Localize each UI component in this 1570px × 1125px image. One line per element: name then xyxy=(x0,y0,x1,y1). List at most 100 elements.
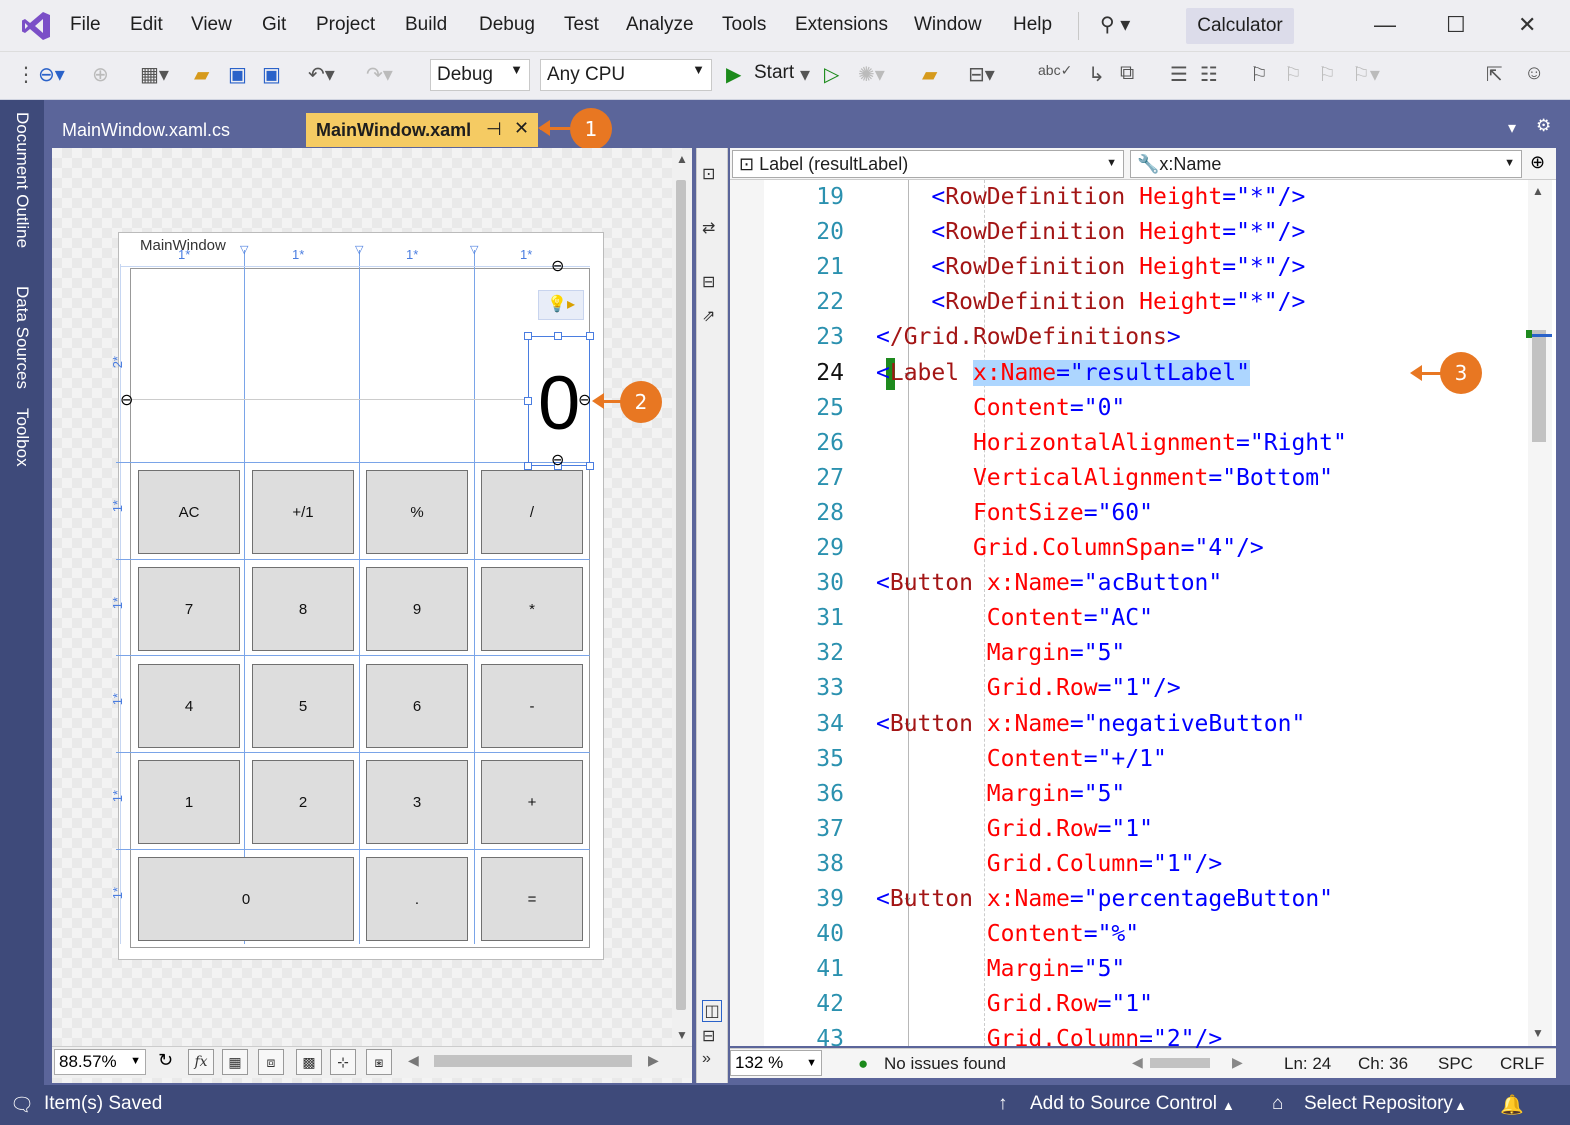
horizontal-split-icon[interactable]: ⊟ xyxy=(702,1026,715,1046)
designer-zoom-combo[interactable]: 88.57% ▼ xyxy=(54,1049,146,1075)
code-line[interactable]: 26 HorizontalAlignment="Right" xyxy=(764,426,1534,461)
start-without-debugging-icon[interactable]: ▷ xyxy=(824,62,839,87)
code-text[interactable]: <RowDefinition Height="*"/> xyxy=(876,250,1305,285)
tab-list-icon[interactable]: ▾ xyxy=(1508,118,1516,138)
calc-button-negative[interactable]: +/1 xyxy=(252,470,354,554)
split-editor-icon[interactable]: ⊕ xyxy=(1530,152,1545,173)
toolbox-tab[interactable]: Toolbox xyxy=(12,408,32,467)
menu-analyze[interactable]: Analyze xyxy=(626,14,694,36)
settings-icon[interactable]: ⚙ xyxy=(1536,116,1551,136)
scroll-up-icon[interactable]: ▲ xyxy=(676,152,688,166)
undo-icon[interactable]: ↶▾ xyxy=(308,62,335,87)
column-divider-arrow-icon[interactable]: ▽ xyxy=(240,243,248,256)
spell-check-icon[interactable]: abc✓ xyxy=(1038,62,1072,79)
row-size-mark[interactable]: 1* xyxy=(110,597,125,609)
resize-handle[interactable] xyxy=(524,397,532,405)
column-indicator[interactable]: Ch: 36 xyxy=(1358,1054,1408,1074)
code-line[interactable]: 33 Grid.Row="1"/> xyxy=(764,671,1534,706)
menu-window[interactable]: Window xyxy=(914,14,982,36)
line-ending-indicator[interactable]: CRLF xyxy=(1500,1054,1544,1074)
editor-scroll-thumb[interactable] xyxy=(1532,330,1546,442)
code-text[interactable]: Content="+/1" xyxy=(876,742,1167,777)
calc-button-8[interactable]: 8 xyxy=(252,567,354,651)
calc-button-9[interactable]: 9 xyxy=(366,567,468,651)
code-line[interactable]: 34 <Button x:Name="negativeButton" xyxy=(764,707,1534,742)
calc-button-3[interactable]: 3 xyxy=(366,760,468,844)
code-text[interactable]: Grid.Row="1" xyxy=(876,812,1153,847)
maximize-icon[interactable]: ☐ xyxy=(1446,12,1466,38)
new-project-icon[interactable]: ▦▾ xyxy=(140,62,169,87)
resize-handle[interactable] xyxy=(586,332,594,340)
margin-chain-icon[interactable]: ⊖ xyxy=(551,256,564,276)
code-line[interactable]: 40 Content="%" xyxy=(764,917,1534,952)
scroll-left-icon[interactable]: ◀ xyxy=(408,1052,419,1069)
swap-arrows-icon[interactable]: ⇄ xyxy=(702,218,715,238)
popout-icon[interactable]: ⇗ xyxy=(702,306,715,326)
bell-icon[interactable]: 🔔 xyxy=(1500,1093,1524,1117)
effects-toggle[interactable]: fx xyxy=(188,1049,214,1075)
calc-button-6[interactable]: 6 xyxy=(366,664,468,748)
editor-vscrollbar[interactable] xyxy=(1528,180,1552,1046)
close-icon[interactable]: ✕ xyxy=(514,118,529,139)
code-line[interactable]: 20 <RowDefinition Height="*"/> xyxy=(764,215,1534,250)
code-text[interactable]: <RowDefinition Height="*"/> xyxy=(876,215,1305,250)
scroll-right-icon[interactable]: ▶ xyxy=(648,1052,659,1069)
issues-status[interactable]: No issues found xyxy=(884,1054,1006,1074)
document-outline-tab[interactable]: Document Outline xyxy=(12,112,32,248)
element-combo[interactable]: ⊡ Label (resultLabel) ▼ xyxy=(732,150,1124,178)
vertical-split-icon[interactable]: ◫ xyxy=(702,1000,722,1022)
code-text[interactable]: Grid.Row="1"/> xyxy=(876,671,1181,706)
editor-zoom-combo[interactable]: 132 % ▼ xyxy=(730,1050,822,1076)
redo-icon[interactable]: ↷▾ xyxy=(366,62,393,87)
visual-studio-logo[interactable] xyxy=(20,10,52,42)
margin-chain-icon[interactable]: ⊖ xyxy=(551,450,564,470)
designer-scroll-thumb[interactable] xyxy=(676,180,686,1010)
start-dropdown-icon[interactable]: ▾ xyxy=(800,62,810,87)
row-size-mark[interactable]: 1* xyxy=(110,500,125,512)
outdent-icon[interactable]: ☷ xyxy=(1200,62,1218,87)
calc-button-0[interactable]: 0 xyxy=(138,857,354,941)
feedback-icon[interactable]: ☺ xyxy=(1524,62,1544,85)
code-line[interactable]: 21 <RowDefinition Height="*"/> xyxy=(764,250,1534,285)
calc-button-ac[interactable]: AC xyxy=(138,470,240,554)
code-text[interactable]: <Button x:Name="acButton" xyxy=(876,566,1222,601)
code-text[interactable]: <Label x:Name="resultLabel" xyxy=(876,356,1250,391)
menu-debug[interactable]: Debug xyxy=(479,14,535,36)
menu-extensions[interactable]: Extensions xyxy=(795,14,888,36)
code-text[interactable]: Margin="5" xyxy=(876,777,1126,812)
code-line[interactable]: 42 Grid.Row="1" xyxy=(764,987,1534,1022)
scroll-left-icon[interactable]: ◀ xyxy=(1132,1054,1143,1071)
step-icon[interactable]: ↳ xyxy=(1088,62,1105,87)
menu-build[interactable]: Build xyxy=(405,14,447,36)
calc-button-minus[interactable]: - xyxy=(481,664,583,748)
hot-reload-icon[interactable]: ✺▾ xyxy=(858,62,885,87)
refresh-icon[interactable]: ↻ xyxy=(158,1050,173,1071)
resize-handle[interactable] xyxy=(524,332,532,340)
row-size-mark[interactable]: 1* xyxy=(110,693,125,705)
menu-git[interactable]: Git xyxy=(262,14,286,36)
code-text[interactable]: Margin="5" xyxy=(876,636,1126,671)
forward-icon[interactable]: ⊕ xyxy=(92,62,109,87)
data-sources-tab[interactable]: Data Sources xyxy=(12,286,32,389)
code-text[interactable]: <RowDefinition Height="*"/> xyxy=(876,285,1305,320)
code-text[interactable]: VerticalAlignment="Bottom" xyxy=(876,461,1333,496)
code-text[interactable]: Grid.ColumnSpan="4"/> xyxy=(876,531,1264,566)
column-divider-arrow-icon[interactable]: ▽ xyxy=(470,243,478,256)
scroll-up-icon[interactable]: ▲ xyxy=(1532,184,1544,198)
artboard-icon[interactable]: ⧈ xyxy=(258,1049,284,1075)
collapse-pane-icon[interactable]: » xyxy=(702,1050,711,1068)
grid-icon[interactable]: ▦ xyxy=(222,1049,248,1075)
column-size-mark[interactable]: 1* xyxy=(406,247,418,262)
code-text[interactable]: <RowDefinition Height="*"/> xyxy=(876,180,1305,215)
close-window-icon[interactable]: ✕ xyxy=(1518,12,1536,38)
code-line[interactable]: 23 </Grid.RowDefinitions> xyxy=(764,320,1534,355)
grid-row-line[interactable] xyxy=(116,559,590,560)
calc-button-2[interactable]: 2 xyxy=(252,760,354,844)
column-size-mark[interactable]: 1* xyxy=(520,247,532,262)
grid-row-line[interactable] xyxy=(116,462,590,463)
minimize-icon[interactable]: — xyxy=(1374,12,1396,38)
tab-mainwindow-xaml[interactable]: MainWindow.xaml ⊣ ✕ xyxy=(306,113,538,147)
code-text[interactable]: Margin="5" xyxy=(876,952,1126,987)
grid-row-line[interactable] xyxy=(116,655,590,656)
column-size-mark[interactable]: 1* xyxy=(178,247,190,262)
